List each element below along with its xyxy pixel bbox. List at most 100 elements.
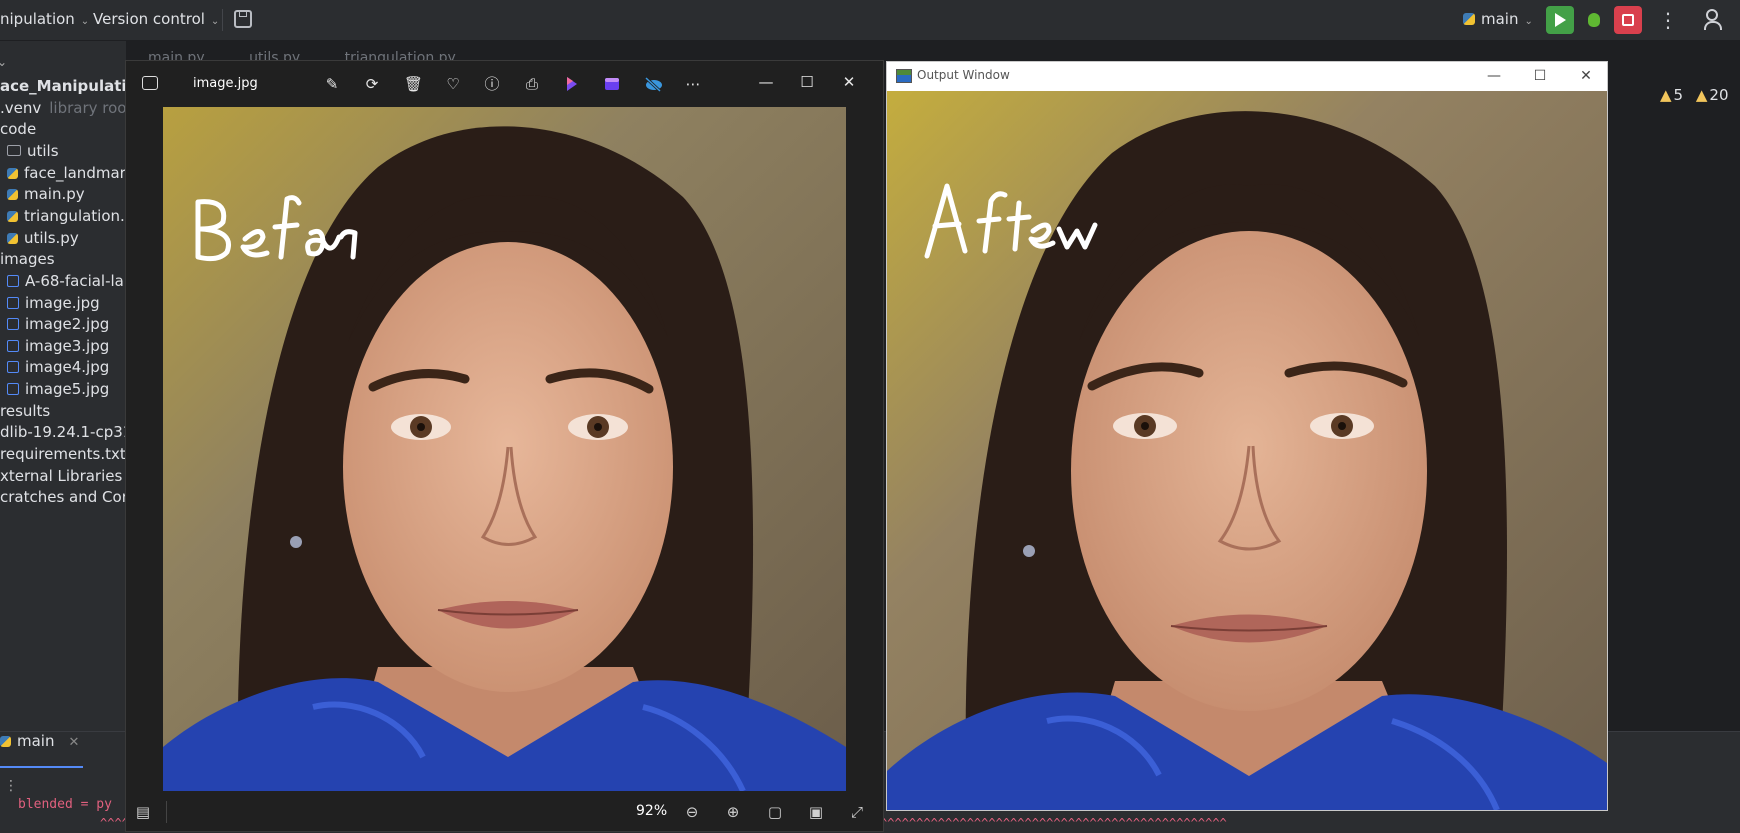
photo-canvas[interactable] (163, 107, 846, 791)
tree-item-label: images (0, 250, 55, 268)
tree-item[interactable]: utils (7, 142, 59, 160)
toolbar-divider (222, 9, 223, 31)
tree-item[interactable]: image4.jpg (7, 358, 109, 376)
filmstrip-icon[interactable]: ▤ (134, 803, 152, 821)
tree-item[interactable]: A-68-facial-lan (7, 272, 133, 290)
tree-item-label: A-68-facial-lan (25, 272, 134, 290)
tree-item[interactable]: utils.py (7, 229, 79, 247)
image-file-icon (7, 383, 19, 395)
rerun-button[interactable] (1546, 6, 1574, 34)
debug-button[interactable] (1580, 6, 1608, 34)
tree-item-label: utils (27, 142, 59, 160)
weak-warning-count: 20 (1709, 86, 1729, 104)
zoom-in-icon[interactable]: ⊕ (724, 803, 742, 821)
tree-item-label: code (0, 120, 37, 138)
tree-item[interactable]: dlib-19.24.1-cp31 (0, 423, 132, 441)
chevron-down-icon: ⌄ (80, 16, 90, 27)
chevron-down-icon: ⌄ (210, 16, 220, 27)
image-file-icon (7, 318, 19, 330)
run-tab-label: main (17, 732, 55, 750)
save-icon[interactable] (234, 10, 252, 28)
close-icon[interactable]: ✕ (1575, 65, 1597, 87)
tree-item-hint: library root (49, 99, 133, 117)
tree-item-label: image2.jpg (25, 315, 110, 333)
tree-item[interactable]: images (0, 250, 55, 268)
fullscreen-icon[interactable]: ⤢ (848, 803, 866, 821)
tree-item[interactable]: main.py (7, 185, 85, 203)
project-menu-label: nipulation (0, 10, 75, 28)
run-config-selector[interactable]: main ⌄ (1463, 10, 1533, 28)
run-config-label: main (1481, 10, 1519, 28)
tree-item-label: .venv (0, 99, 42, 117)
python-icon (0, 736, 11, 747)
print-icon[interactable]: ⎙ (523, 75, 541, 93)
output-window-title: Output Window (917, 68, 1010, 82)
output-canvas[interactable] (887, 91, 1607, 810)
tree-item[interactable]: image2.jpg (7, 315, 109, 333)
more-icon[interactable]: ⋯ (684, 75, 702, 93)
output-window-titlebar: Output Window — ☐ ✕ (887, 62, 1607, 91)
tree-item-label: xternal Libraries (0, 467, 123, 485)
tree-item[interactable]: .venv library root (0, 99, 132, 117)
console-output-line: blended = py (18, 797, 112, 812)
stop-button[interactable] (1614, 6, 1642, 34)
add-user-icon[interactable] (1704, 9, 1724, 30)
designer-icon[interactable] (603, 75, 621, 93)
tree-item-label: image3.jpg (25, 337, 110, 355)
zoom-out-icon[interactable]: ⊖ (683, 803, 701, 821)
rotate-icon[interactable]: ⟳ (363, 75, 381, 93)
close-icon[interactable]: ✕ (68, 735, 79, 750)
after-portrait-image (887, 91, 1607, 810)
delete-icon[interactable]: 🗑 (404, 75, 423, 93)
photos-titlebar: image.jpg ✎ ⟳ 🗑 ♡ ⓘ ⎙ ⋯ — ☐ ✕ (126, 61, 883, 107)
favorite-icon[interactable]: ♡ (444, 75, 462, 93)
fit-to-window-icon[interactable]: ▢ (766, 803, 784, 821)
tree-item[interactable]: image3.jpg (7, 337, 109, 355)
tree-item[interactable]: image.jpg (7, 294, 100, 312)
image-file-icon (7, 361, 19, 373)
python-file-icon (7, 233, 18, 244)
more-actions-icon[interactable]: ⋮ (1658, 8, 1678, 32)
tree-item-label: image4.jpg (25, 358, 110, 376)
clipchamp-icon[interactable] (563, 75, 581, 93)
tree-item[interactable]: triangulation.py (7, 207, 143, 225)
minimize-icon[interactable]: — (756, 72, 776, 92)
run-tab-main[interactable]: main ✕ (0, 732, 79, 750)
version-control-label: Version control (93, 10, 205, 28)
close-icon[interactable]: ✕ (839, 72, 859, 92)
editor-area (1606, 40, 1740, 732)
project-menu[interactable]: nipulation ⌄ (0, 10, 89, 28)
tree-item[interactable]: results (0, 402, 50, 420)
tree-item[interactable]: image5.jpg (7, 380, 109, 398)
tree-item-label: utils.py (24, 229, 79, 247)
photos-footer: ▤ 92% ⊖ ⊕ ▢ ▣ ⤢ (126, 791, 883, 833)
python-icon (1463, 13, 1475, 25)
tree-item[interactable]: xternal Libraries (0, 467, 122, 485)
python-file-icon (7, 211, 18, 222)
active-tab-indicator (0, 766, 83, 768)
output-window: Output Window — ☐ ✕ (886, 61, 1608, 811)
actual-size-icon[interactable]: ▣ (807, 803, 825, 821)
before-portrait-image (163, 107, 846, 791)
photos-app-icon (142, 76, 158, 90)
tree-item[interactable]: code (0, 120, 36, 138)
tree-item-label: image5.jpg (25, 380, 110, 398)
more-actions-icon[interactable]: ⋮ (4, 778, 18, 794)
tree-item-label: results (0, 402, 51, 420)
version-control-menu[interactable]: Version control ⌄ (93, 10, 219, 28)
tree-item[interactable]: face_landmarks (7, 164, 142, 182)
onedrive-icon[interactable] (643, 75, 662, 93)
tree-item[interactable]: requirements.txt (0, 445, 126, 463)
chevron-down-icon[interactable]: ⌄ (0, 55, 7, 69)
info-icon[interactable]: ⓘ (483, 75, 501, 93)
minimize-icon[interactable]: — (1483, 65, 1505, 87)
maximize-icon[interactable]: ☐ (1529, 65, 1551, 87)
photos-viewer-window: image.jpg ✎ ⟳ 🗑 ♡ ⓘ ⎙ ⋯ — ☐ ✕ ▤ 92% ⊖ ⊕ … (125, 60, 884, 832)
output-window-app-icon (896, 69, 912, 83)
inspection-widget[interactable]: ▲ 5 ▲ 20 (1660, 86, 1729, 104)
edit-icon[interactable]: ✎ (323, 75, 341, 93)
tree-item-label: dlib-19.24.1-cp31 (0, 423, 133, 441)
maximize-icon[interactable]: ☐ (797, 72, 817, 92)
warning-icon: ▲ (1660, 86, 1672, 104)
image-file-icon (7, 297, 19, 309)
